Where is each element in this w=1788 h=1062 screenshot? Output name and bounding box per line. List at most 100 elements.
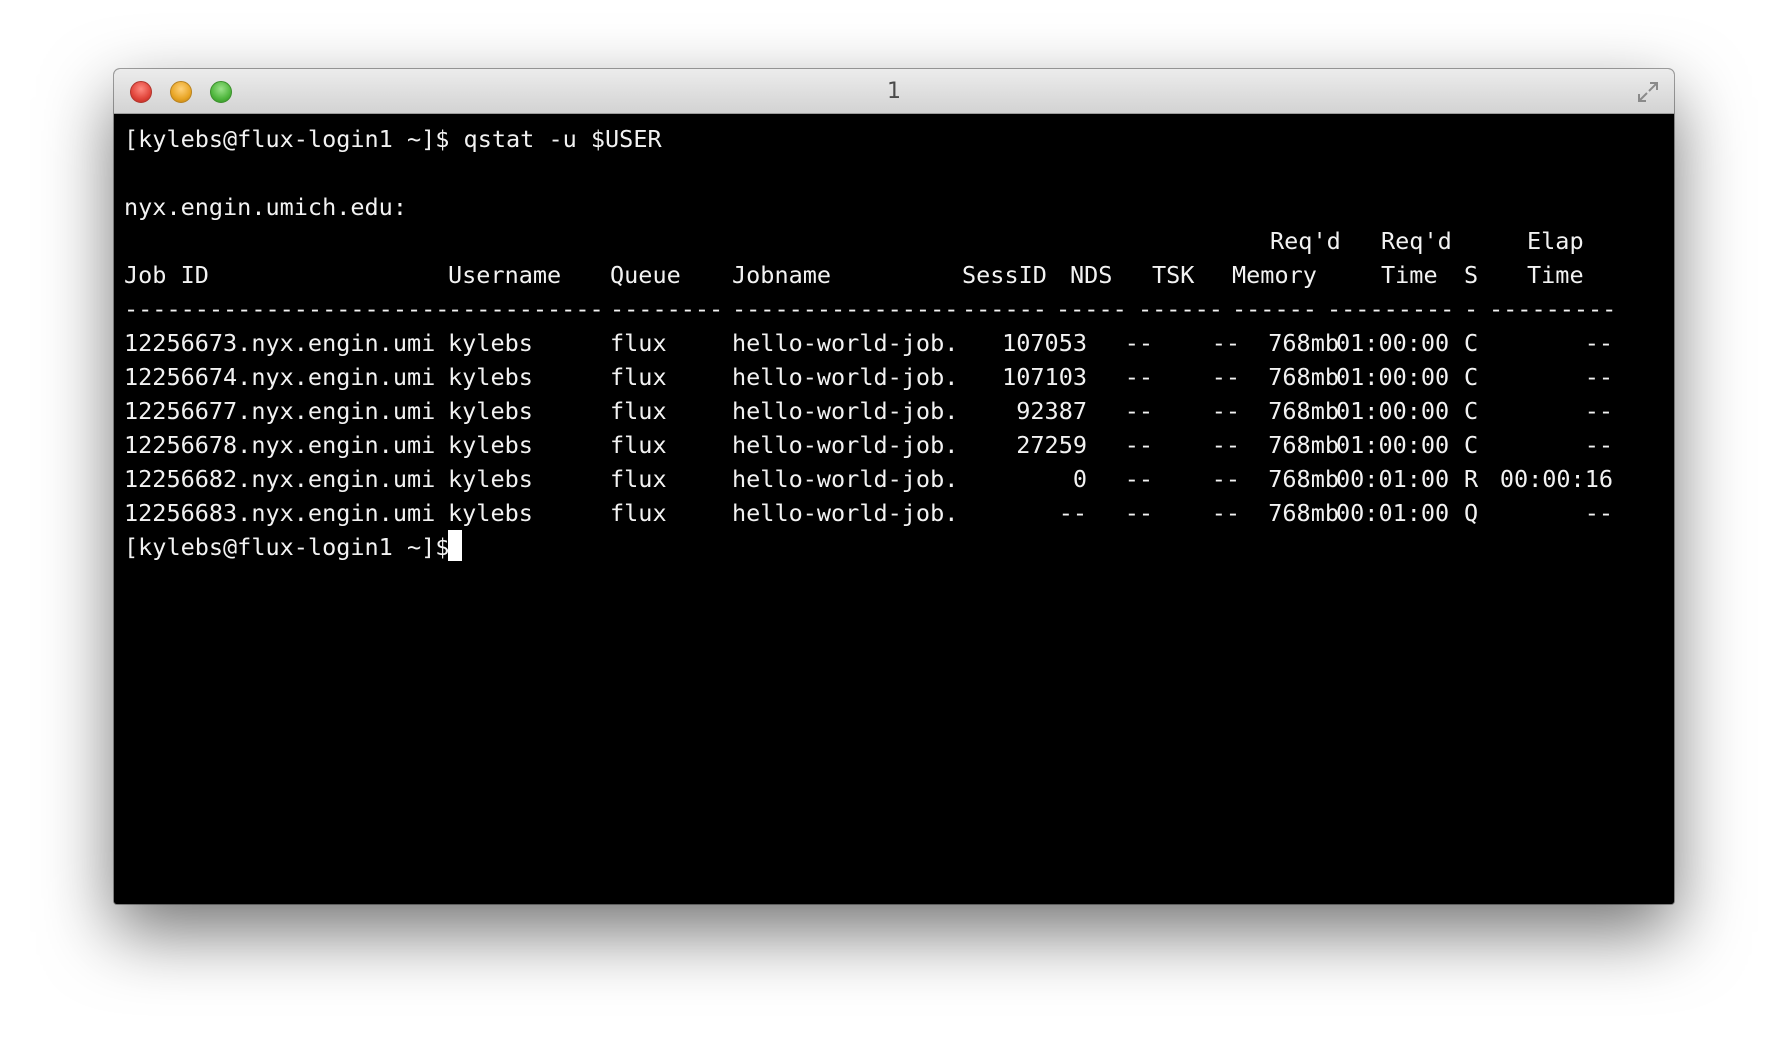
- cell-queue: flux: [610, 465, 667, 493]
- header-jobname: Jobname: [732, 261, 832, 289]
- cell-sessid: 27259: [1016, 431, 1087, 459]
- cell-username: kylebs: [448, 329, 533, 357]
- cell-memory: 768mb: [1268, 363, 1339, 391]
- cell-time: 00:01:00: [1336, 465, 1450, 493]
- cell-username: kylebs: [448, 431, 533, 459]
- cell-nds: --: [1124, 499, 1153, 527]
- cell-tsk: --: [1211, 465, 1240, 493]
- cell-username: kylebs: [448, 499, 533, 527]
- server-line: nyx.engin.umich.edu:: [124, 193, 407, 221]
- cell-s: C: [1464, 431, 1479, 459]
- cell-jobname: hello-world-job.: [732, 329, 959, 357]
- command-line: [kylebs@flux-login1 ~]$ qstat -u $USER: [124, 125, 662, 153]
- cell-memory: 768mb: [1268, 465, 1339, 493]
- cell-tsk: --: [1211, 329, 1240, 357]
- title-bar[interactable]: 1: [114, 69, 1674, 114]
- cell-memory: 768mb: [1268, 431, 1339, 459]
- cell-queue: flux: [610, 397, 667, 425]
- prompt-line[interactable]: [kylebs@flux-login1 ~]$: [124, 530, 1674, 564]
- cell-time: 01:00:00: [1336, 329, 1450, 357]
- terminal-window: 1 [kylebs@flux-login1 ~]$ qstat -u $USER…: [114, 69, 1674, 904]
- fullscreen-arrows-icon[interactable]: [1636, 80, 1660, 104]
- cell-job-id: 12256674.nyx.engin.umi: [124, 363, 436, 391]
- header-job-id: Job ID: [124, 261, 209, 289]
- header-time-top: Req'd: [1381, 227, 1452, 255]
- header-line: Job ID Username Queue Jobname SessID NDS…: [124, 258, 1674, 292]
- header-tsk: TSK: [1152, 261, 1195, 289]
- header-top-line: Req'd Req'd Elap: [124, 224, 1674, 258]
- cell-memory: 768mb: [1268, 397, 1339, 425]
- table-row: 12256678.nyx.engin.umi kylebs flux hello-wo…: [124, 428, 1674, 462]
- cell-username: kylebs: [448, 363, 533, 391]
- cell-s: C: [1464, 397, 1479, 425]
- cell-sessid: 0: [1072, 465, 1087, 493]
- cell-job-id: 12256683.nyx.engin.umi: [124, 499, 436, 527]
- cell-elap: --: [1584, 363, 1613, 391]
- cell-s: C: [1464, 363, 1479, 391]
- cell-s: Q: [1464, 499, 1479, 527]
- window-title: 1: [887, 79, 901, 104]
- cell-time: 01:00:00: [1336, 431, 1450, 459]
- cell-jobname: hello-world-job.: [732, 499, 959, 527]
- header-memory: Memory: [1232, 261, 1317, 289]
- table-row: 12256682.nyx.engin.umi kylebs flux hello-wo…: [124, 462, 1674, 496]
- cell-elap: --: [1584, 431, 1613, 459]
- cell-elap: --: [1584, 499, 1613, 527]
- cell-elap: --: [1584, 397, 1613, 425]
- cell-nds: --: [1124, 329, 1153, 357]
- cell-sessid: 107053: [1002, 329, 1087, 357]
- header-time: Time: [1381, 261, 1438, 289]
- cell-nds: --: [1124, 397, 1153, 425]
- cell-time: 01:00:00: [1336, 397, 1450, 425]
- table-row: 12256677.nyx.engin.umi kylebs flux hello-wo…: [124, 394, 1674, 428]
- header-memory-top: Req'd: [1270, 227, 1341, 255]
- table-row: 12256673.nyx.engin.umi kylebs flux hello-wo…: [124, 326, 1674, 360]
- header-elap-top: Elap: [1527, 227, 1584, 255]
- header-sessid: SessID: [962, 261, 1047, 289]
- cell-tsk: --: [1211, 397, 1240, 425]
- cell-queue: flux: [610, 431, 667, 459]
- cell-username: kylebs: [448, 397, 533, 425]
- cell-queue: flux: [610, 329, 667, 357]
- cell-queue: flux: [610, 499, 667, 527]
- header-queue: Queue: [610, 261, 681, 289]
- cell-jobname: hello-world-job.: [732, 465, 959, 493]
- cell-job-id: 12256682.nyx.engin.umi: [124, 465, 436, 493]
- cell-job-id: 12256677.nyx.engin.umi: [124, 397, 436, 425]
- cell-memory: 768mb: [1268, 329, 1339, 357]
- prompt: [kylebs@flux-login1 ~]$: [124, 533, 450, 561]
- cell-time: 01:00:00: [1336, 363, 1450, 391]
- cell-tsk: --: [1211, 431, 1240, 459]
- cell-jobname: hello-world-job.: [732, 431, 959, 459]
- cell-job-id: 12256673.nyx.engin.umi: [124, 329, 436, 357]
- cell-queue: flux: [610, 363, 667, 391]
- header-username: Username: [448, 261, 562, 289]
- cell-elap: 00:00:16: [1499, 465, 1613, 493]
- cell-time: 00:01:00: [1336, 499, 1450, 527]
- cell-tsk: --: [1211, 363, 1240, 391]
- cell-sessid: 92387: [1016, 397, 1087, 425]
- table-row: 12256674.nyx.engin.umi kylebs flux hello-wo…: [124, 360, 1674, 394]
- cell-nds: --: [1124, 431, 1153, 459]
- cell-job-id: 12256678.nyx.engin.umi: [124, 431, 436, 459]
- cell-jobname: hello-world-job.: [732, 397, 959, 425]
- cell-username: kylebs: [448, 465, 533, 493]
- header-elap: Time: [1527, 261, 1584, 289]
- cell-memory: 768mb: [1268, 499, 1339, 527]
- cell-tsk: --: [1211, 499, 1240, 527]
- cell-nds: --: [1124, 363, 1153, 391]
- terminal-output[interactable]: [kylebs@flux-login1 ~]$ qstat -u $USER n…: [114, 114, 1674, 904]
- separator-line: ----------------------- ----------- ----…: [124, 295, 1617, 323]
- cell-sessid: --: [1058, 499, 1087, 527]
- text-cursor: [448, 530, 462, 561]
- cell-jobname: hello-world-job.: [732, 363, 959, 391]
- cell-s: R: [1464, 465, 1479, 493]
- cell-elap: --: [1584, 329, 1613, 357]
- header-nds: NDS: [1070, 261, 1113, 289]
- cell-nds: --: [1124, 465, 1153, 493]
- cell-s: C: [1464, 329, 1479, 357]
- cell-sessid: 107103: [1002, 363, 1087, 391]
- table-row: 12256683.nyx.engin.umi kylebs flux hello-wo…: [124, 496, 1674, 530]
- header-s: S: [1464, 261, 1479, 289]
